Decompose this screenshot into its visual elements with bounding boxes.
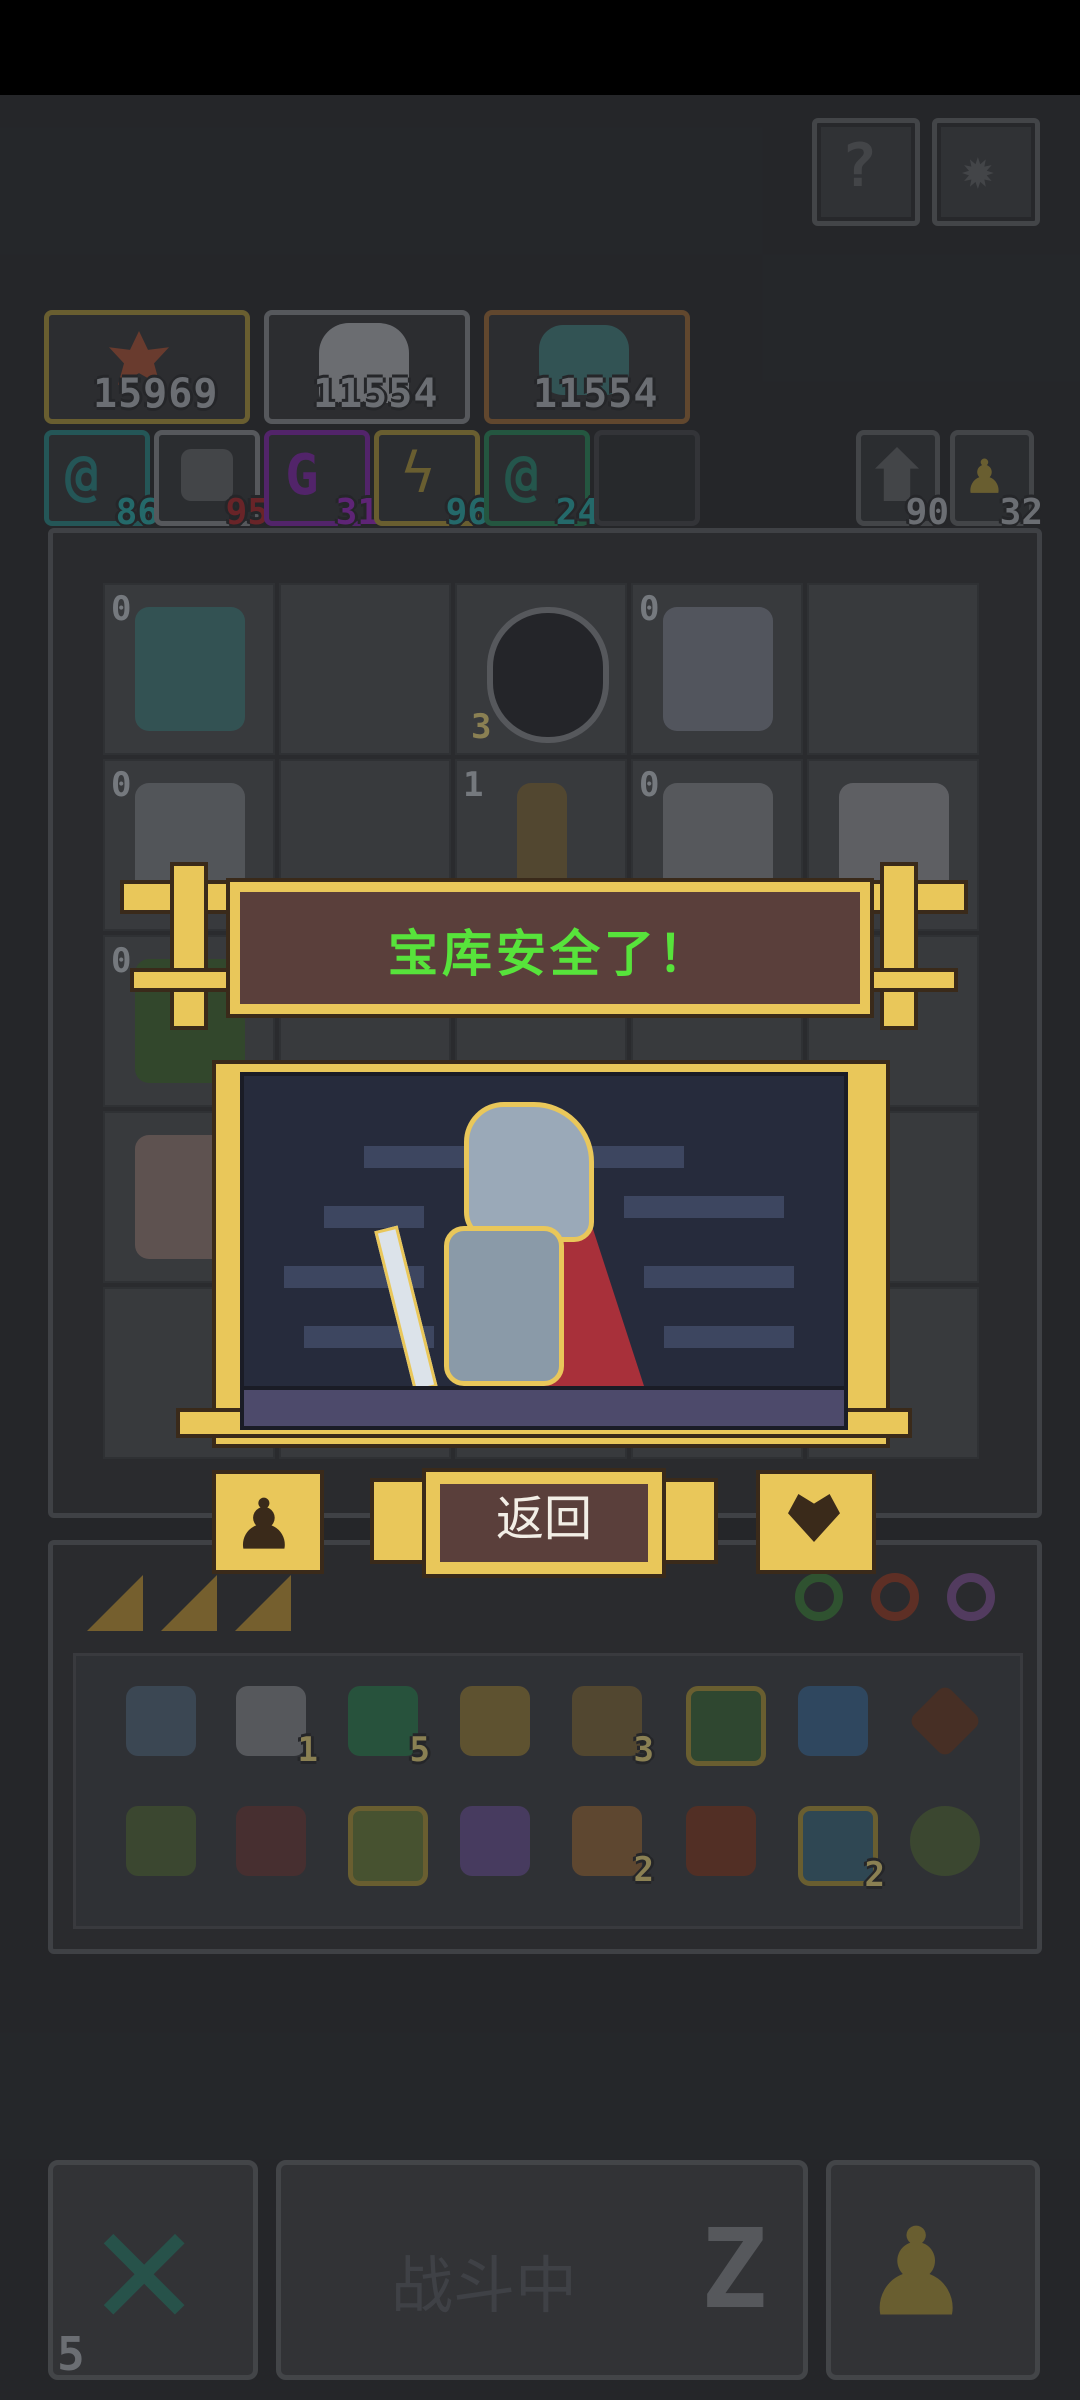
wall-brick [664, 1326, 794, 1348]
knight-body [444, 1226, 564, 1386]
scene-floor [244, 1386, 844, 1426]
pawn-action-button[interactable]: ♟ [212, 1470, 324, 1574]
wall-brick [624, 1196, 784, 1218]
vault-scene [240, 1072, 848, 1430]
wall-brick [644, 1266, 794, 1288]
banner-post-left [170, 862, 208, 1030]
sword-icon [374, 1225, 438, 1393]
status-bar [0, 0, 1080, 95]
gem-action-button[interactable] [756, 1470, 876, 1574]
wall-brick [324, 1206, 424, 1228]
knight-helmet [464, 1102, 594, 1242]
heart-gem-icon [788, 1494, 840, 1542]
banner-post-right [880, 862, 918, 1030]
dialog-message: 宝库安全了！ [388, 925, 712, 983]
pawn-icon: ♟ [238, 1470, 290, 1570]
back-button-label: 返回 [440, 1484, 648, 1562]
message-banner: 宝库安全了！ [230, 882, 870, 1014]
back-button[interactable]: 返回 [422, 1468, 666, 1578]
